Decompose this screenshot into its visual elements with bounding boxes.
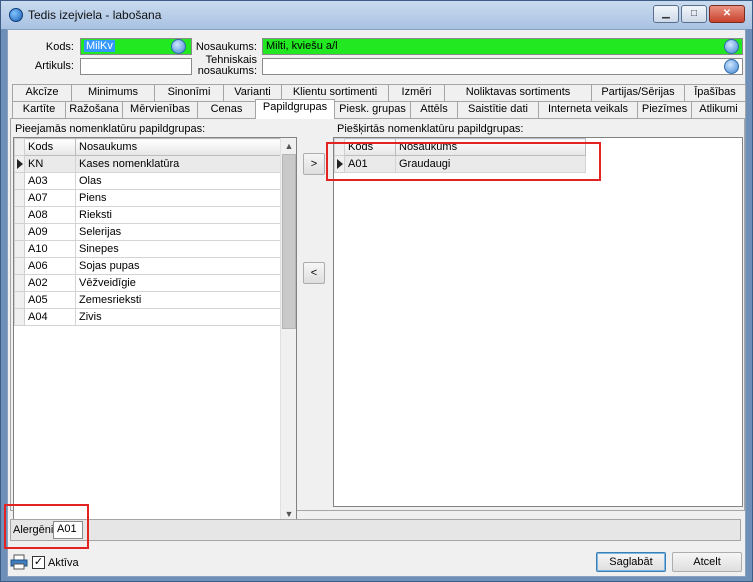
row-indicator xyxy=(14,206,25,224)
row-indicator xyxy=(14,257,25,275)
highlight-box-assigned xyxy=(326,142,601,181)
available-label: Pieejamās nomenklatūru papildgrupas: xyxy=(15,123,206,135)
cell-nosaukums: Piens xyxy=(75,189,282,207)
window: Tedis izejviela - labošana ▁ □ ✕ Kods: M… xyxy=(0,0,753,582)
highlight-box-alergeni xyxy=(4,504,89,549)
kods-lookup-icon[interactable] xyxy=(171,39,186,54)
maximize-button[interactable]: □ xyxy=(681,5,707,23)
table-row[interactable]: A09 Selerijas xyxy=(14,223,282,241)
scroll-thumb[interactable] xyxy=(282,154,296,329)
row-indicator xyxy=(14,308,25,326)
cell-nosaukums: Zemesrieksti xyxy=(75,291,282,309)
row-indicator xyxy=(14,274,25,292)
window-title: Tedis izejviela - labošana xyxy=(28,8,162,22)
row-indicator xyxy=(14,172,25,190)
row-indicator xyxy=(14,291,25,309)
artikuls-label: Artikuls: xyxy=(34,60,74,72)
column-header-kods[interactable]: Kods xyxy=(24,138,76,156)
cell-kods: KN xyxy=(24,155,76,173)
app-icon xyxy=(9,8,23,22)
assigned-label: Piešķirtās nomenklatūru papildgrupas: xyxy=(337,123,524,135)
table-row[interactable]: A06 Sojas pupas xyxy=(14,257,282,275)
table-row[interactable]: A07 Piens xyxy=(14,189,282,207)
tab-sinonimi[interactable]: Sinonīmi xyxy=(154,84,224,101)
table-row[interactable]: A03 Olas xyxy=(14,172,282,190)
available-grid[interactable]: Kods Nosaukums KN Kases nomenklatūra A03 O… xyxy=(13,137,297,524)
close-button[interactable]: ✕ xyxy=(709,5,745,23)
table-row[interactable]: A08 Rieksti xyxy=(14,206,282,224)
tehniskais-label-2: nosaukums: xyxy=(197,65,257,77)
nosaukums-label: Nosaukums: xyxy=(195,41,257,53)
cell-kods: A05 xyxy=(24,291,76,309)
cell-nosaukums: Olas xyxy=(75,172,282,190)
title-bar[interactable]: Tedis izejviela - labošana ▁ □ ✕ xyxy=(1,1,752,29)
table-row[interactable]: A10 Sinepes xyxy=(14,240,282,258)
available-table: Kods Nosaukums KN Kases nomenklatūra A03 O… xyxy=(14,138,282,326)
tab-izmeri[interactable]: Izmēri xyxy=(388,84,445,101)
tehniskais-field[interactable] xyxy=(262,58,743,75)
row-indicator-header xyxy=(14,138,25,156)
tab-kartite[interactable]: Kartīte xyxy=(12,101,66,118)
nosaukums-lookup-icon[interactable] xyxy=(724,39,739,54)
cell-nosaukums: Selerijas xyxy=(75,223,282,241)
remove-group-button[interactable]: < xyxy=(303,262,325,284)
cancel-button[interactable]: Atcelt xyxy=(672,552,742,572)
tab-piesk-grupas[interactable]: Piesk. grupas xyxy=(334,101,411,118)
add-group-button[interactable]: > xyxy=(303,153,325,175)
row-indicator xyxy=(14,189,25,207)
cell-kods: A03 xyxy=(24,172,76,190)
nosaukums-field[interactable]: Milti, kviešu a/l xyxy=(262,38,743,55)
aktiva-checkbox[interactable]: ✓ xyxy=(32,556,45,569)
table-row[interactable]: KN Kases nomenklatūra xyxy=(14,155,282,173)
current-row-arrow-icon xyxy=(14,155,25,173)
artikuls-field[interactable] xyxy=(80,58,192,75)
cell-kods: A09 xyxy=(24,223,76,241)
client-area: Kods: MilKv Artikuls: Nosaukums: Milti, … xyxy=(4,29,746,577)
aktiva-label: Aktīva xyxy=(48,557,79,569)
save-button[interactable]: Saglabāt xyxy=(596,552,666,572)
tab-mervienibas[interactable]: Mērvienības xyxy=(122,101,198,118)
table-row[interactable]: A04 Zivis xyxy=(14,308,282,326)
tab-ipasibas[interactable]: Īpašības xyxy=(684,84,746,101)
tab-saistitie-dati[interactable]: Saistītie dati xyxy=(457,101,539,118)
tab-noliktavas-sortiments[interactable]: Noliktavas sortiments xyxy=(444,84,592,101)
tab-attels[interactable]: Attēls xyxy=(410,101,458,118)
row-indicator xyxy=(14,223,25,241)
assigned-grid[interactable]: Kods Nosaukums A01 Graudaugi xyxy=(333,137,743,507)
available-scrollbar[interactable]: ▲ ▼ xyxy=(280,138,296,523)
tab-partijas-serijas[interactable]: Partijas/Sērijas xyxy=(591,84,685,101)
table-row[interactable]: A02 Vēžveidīgie xyxy=(14,274,282,292)
scroll-up-icon[interactable]: ▲ xyxy=(281,138,296,154)
cell-kods: A02 xyxy=(24,274,76,292)
cell-nosaukums: Zivis xyxy=(75,308,282,326)
cell-kods: A07 xyxy=(24,189,76,207)
tab-razosana[interactable]: Ražošana xyxy=(65,101,123,118)
cell-kods: A10 xyxy=(24,240,76,258)
kods-value: MilKv xyxy=(84,40,115,52)
tab-minimums[interactable]: Minimums xyxy=(71,84,155,101)
tab-cenas[interactable]: Cenas xyxy=(197,101,256,118)
cell-kods: A04 xyxy=(24,308,76,326)
tab-piezimes[interactable]: Piezīmes xyxy=(637,101,692,118)
cell-kods: A08 xyxy=(24,206,76,224)
kods-label: Kods: xyxy=(45,41,74,53)
print-icon[interactable] xyxy=(10,554,28,570)
cell-nosaukums: Sinepes xyxy=(75,240,282,258)
cell-nosaukums: Vēžveidīgie xyxy=(75,274,282,292)
tehniskais-lookup-icon[interactable] xyxy=(724,59,739,74)
alergeni-bar: Alergēni: A01 xyxy=(10,519,741,541)
cell-nosaukums: Kases nomenklatūra xyxy=(75,155,282,173)
row-indicator xyxy=(14,240,25,258)
tab-papildgrupas[interactable]: Papildgrupas xyxy=(255,99,335,119)
minimize-button[interactable]: ▁ xyxy=(653,5,679,23)
tab-interneta-veikals[interactable]: Interneta veikals xyxy=(538,101,638,118)
column-header-nosaukums[interactable]: Nosaukums xyxy=(75,138,282,156)
tab-akcize[interactable]: Akcīze xyxy=(12,84,72,101)
cell-kods: A06 xyxy=(24,257,76,275)
tab-atlikumi[interactable]: Atlikumi xyxy=(691,101,746,118)
papildgrupas-panel: Pieejamās nomenklatūru papildgrupas: Kod… xyxy=(10,118,745,524)
table-row[interactable]: A05 Zemesrieksti xyxy=(14,291,282,309)
cell-nosaukums: Rieksti xyxy=(75,206,282,224)
cell-nosaukums: Sojas pupas xyxy=(75,257,282,275)
